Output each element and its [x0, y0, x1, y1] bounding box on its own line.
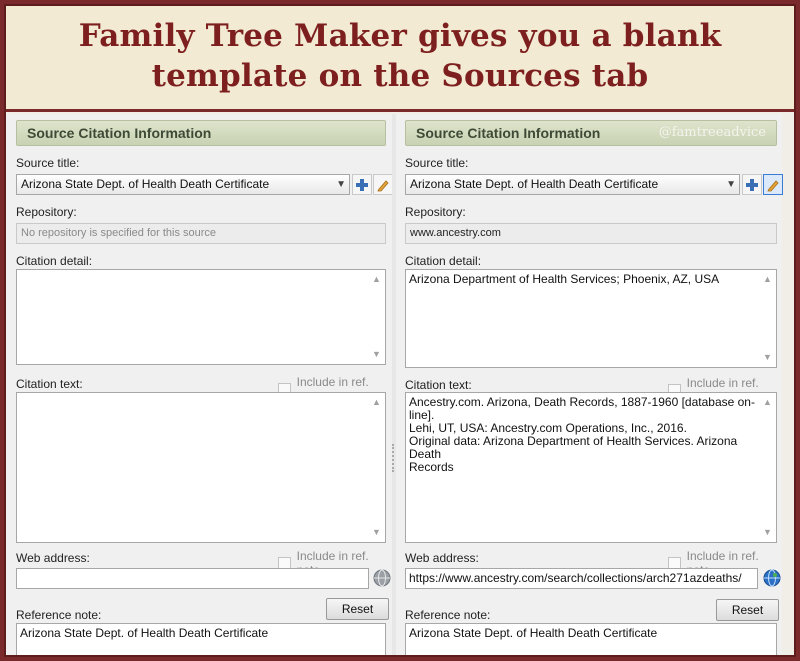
open-web-address-button[interactable]: [762, 568, 782, 588]
repository-field: No repository is specified for this sour…: [16, 223, 386, 244]
citation-detail-textarea[interactable]: Arizona Department of Health Services; P…: [405, 269, 777, 368]
citation-text-label: Citation text:: [16, 377, 83, 391]
reference-note-textarea[interactable]: Arizona State Dept. of Health Death Cert…: [16, 623, 386, 655]
banner-line-1: Family Tree Maker gives you a blank: [78, 18, 722, 54]
source-title-combo[interactable]: Arizona State Dept. of Health Death Cert…: [16, 174, 350, 195]
scrollbar[interactable]: ▲ ▼: [369, 393, 385, 542]
edit-source-button[interactable]: [373, 174, 393, 195]
edit-pencil-icon: [767, 179, 779, 191]
reference-note-label: Reference note:: [405, 608, 491, 622]
source-title-label: Source title:: [16, 156, 80, 170]
globe-icon: [373, 569, 391, 587]
citation-detail-textarea[interactable]: ▲ ▼: [16, 269, 386, 365]
repository-label: Repository:: [405, 205, 466, 219]
web-address-label: Web address:: [405, 551, 479, 565]
citation-detail-label: Citation detail:: [16, 254, 93, 268]
repository-label: Repository:: [16, 205, 77, 219]
citation-detail-label: Citation detail:: [405, 254, 482, 268]
add-source-button[interactable]: [352, 174, 372, 195]
source-title-label: Source title:: [405, 156, 469, 170]
citation-text-line: Original data: Arizona Department of Hea…: [409, 434, 738, 461]
globe-icon: [763, 569, 781, 587]
section-header: Source Citation Information @famtreeadvi…: [405, 120, 777, 146]
scroll-up-icon[interactable]: ▲: [372, 396, 381, 409]
section-title: Source Citation Information: [416, 125, 601, 141]
reference-note-textarea[interactable]: Arizona State Dept. of Health Death Cert…: [405, 623, 777, 655]
citation-detail-value: Arizona Department of Health Services; P…: [409, 272, 720, 286]
scroll-up-icon[interactable]: ▲: [763, 396, 772, 409]
citation-text-textarea[interactable]: ▲ ▼: [16, 392, 386, 543]
web-address-label: Web address:: [16, 551, 90, 565]
source-title-value: Arizona State Dept. of Health Death Cert…: [410, 177, 659, 191]
scroll-up-icon[interactable]: ▲: [763, 273, 772, 286]
source-title-value: Arizona State Dept. of Health Death Cert…: [21, 177, 270, 191]
reference-note-label: Reference note:: [16, 608, 102, 622]
scroll-up-icon[interactable]: ▲: [372, 273, 381, 286]
citation-text-label: Citation text:: [405, 378, 472, 392]
web-address-input[interactable]: https://www.ancestry.com/search/collecti…: [405, 568, 758, 589]
scrollbar[interactable]: ▲ ▼: [369, 270, 385, 364]
dropdown-arrow-icon: ▼: [726, 179, 736, 190]
left-source-panel: Source Citation Information Source title…: [6, 114, 393, 655]
reset-button[interactable]: Reset: [326, 598, 389, 620]
splitter-grip[interactable]: [392, 444, 394, 472]
section-header: Source Citation Information: [16, 120, 386, 146]
scroll-down-icon[interactable]: ▼: [763, 526, 772, 539]
scrollbar[interactable]: ▲ ▼: [760, 270, 776, 367]
banner-line-2: template on the Sources tab: [151, 58, 649, 94]
web-address-input[interactable]: [16, 568, 369, 589]
scroll-down-icon[interactable]: ▼: [763, 351, 772, 364]
repository-field: www.ancestry.com: [405, 223, 777, 244]
reference-note-value: Arizona State Dept. of Health Death Cert…: [409, 626, 658, 640]
edit-pencil-icon: [377, 179, 389, 191]
edit-source-button[interactable]: [763, 174, 783, 195]
reset-button[interactable]: Reset: [716, 599, 779, 621]
watermark: @famtreeadvice: [658, 125, 766, 140]
scroll-down-icon[interactable]: ▼: [372, 526, 381, 539]
add-source-icon: [746, 178, 758, 191]
citation-text-textarea[interactable]: Ancestry.com. Arizona, Death Records, 18…: [405, 392, 777, 543]
add-source-button[interactable]: [742, 174, 762, 195]
source-title-combo[interactable]: Arizona State Dept. of Health Death Cert…: [405, 174, 740, 195]
scrollbar[interactable]: ▲ ▼: [760, 393, 776, 542]
title-banner: Family Tree Maker gives you a blank temp…: [6, 6, 794, 112]
image-frame: Family Tree Maker gives you a blank temp…: [4, 4, 796, 657]
scroll-down-icon[interactable]: ▼: [372, 348, 381, 361]
add-source-icon: [356, 178, 368, 191]
citation-text-line: Ancestry.com. Arizona, Death Records, 18…: [409, 395, 755, 422]
citation-text-line: Records: [409, 460, 454, 474]
section-title: Source Citation Information: [27, 125, 212, 141]
right-source-panel: Source Citation Information @famtreeadvi…: [396, 114, 783, 655]
reference-note-value: Arizona State Dept. of Health Death Cert…: [20, 626, 269, 640]
open-web-address-button[interactable]: [372, 568, 392, 588]
dropdown-arrow-icon: ▼: [336, 179, 346, 190]
